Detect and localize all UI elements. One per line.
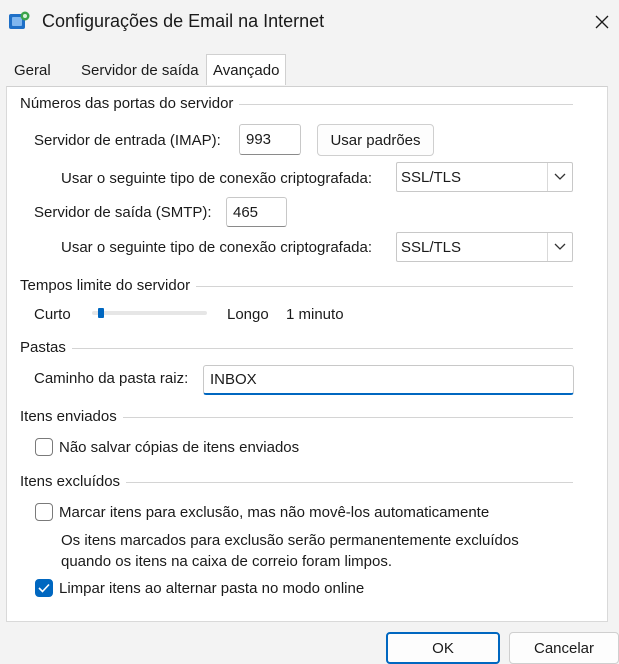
timeout-long-label: Longo [227, 306, 269, 323]
ports-group-title: Números das portas do servidor [20, 95, 240, 112]
deleted-group-title: Itens excluídos [20, 473, 127, 490]
window-title: Configurações de Email na Internet [42, 11, 325, 31]
root-folder-label: Caminho da pasta raiz: [34, 370, 189, 387]
deletion-info-line-2: quando os itens na caixa de correio fora… [61, 553, 393, 570]
dont-save-sent-label: Não salvar cópias de itens enviados [59, 439, 300, 456]
outgoing-encryption-label: Usar o seguinte tipo de conexão criptogr… [61, 239, 373, 256]
timeouts-group-title: Tempos limite do servidor [20, 277, 197, 294]
outgoing-encryption-select[interactable]: SSL/TLS [396, 232, 573, 262]
chevron-down-icon [547, 233, 572, 261]
dont-save-sent-checkbox[interactable] [35, 438, 53, 456]
tab-advanced[interactable]: Avançado [206, 54, 287, 85]
title-bar: Configurações de Email na Internet [0, 0, 619, 44]
tab-general[interactable]: Geral [8, 57, 57, 85]
cancel-button[interactable]: Cancelar [509, 632, 619, 664]
incoming-encryption-value: SSL/TLS [401, 168, 462, 186]
tab-outgoing-server[interactable]: Servidor de saída [75, 57, 205, 85]
incoming-encryption-select[interactable]: SSL/TLS [396, 162, 573, 192]
mark-for-deletion-checkbox[interactable] [35, 503, 53, 521]
purge-items-checkbox[interactable] [35, 579, 53, 597]
outgoing-encryption-value: SSL/TLS [401, 238, 462, 256]
outlook-settings-icon [9, 11, 30, 29]
folders-group-title: Pastas [20, 339, 72, 356]
timeout-short-label: Curto [34, 306, 71, 323]
close-button[interactable] [588, 8, 616, 36]
incoming-port-input[interactable]: 993 [239, 124, 301, 155]
timeout-slider-thumb[interactable] [98, 308, 105, 318]
mark-for-deletion-label: Marcar itens para exclusão, mas não movê… [59, 504, 490, 521]
ok-button[interactable]: OK [386, 632, 500, 664]
incoming-encryption-label: Usar o seguinte tipo de conexão criptogr… [61, 170, 373, 187]
tab-strip: Geral Servidor de saída Avançado [0, 54, 619, 86]
purge-items-label: Limpar itens ao alternar pasta no modo o… [59, 580, 365, 597]
folders-group-rule [20, 348, 573, 349]
use-defaults-button[interactable]: Usar padrões [317, 124, 434, 156]
checkmark-icon [38, 583, 50, 593]
close-icon [595, 15, 609, 29]
timeout-value-label: 1 minuto [286, 306, 344, 323]
sent-group-title: Itens enviados [20, 408, 123, 425]
incoming-port-label: Servidor de entrada (IMAP): [34, 132, 221, 149]
outgoing-port-label: Servidor de saída (SMTP): [34, 204, 212, 221]
outgoing-port-input[interactable]: 465 [226, 197, 287, 227]
chevron-down-icon [547, 163, 572, 191]
timeout-slider[interactable] [92, 311, 207, 315]
deletion-info-line-1: Os itens marcados para exclusão serão pe… [61, 532, 519, 549]
root-folder-input[interactable]: INBOX [203, 365, 574, 395]
